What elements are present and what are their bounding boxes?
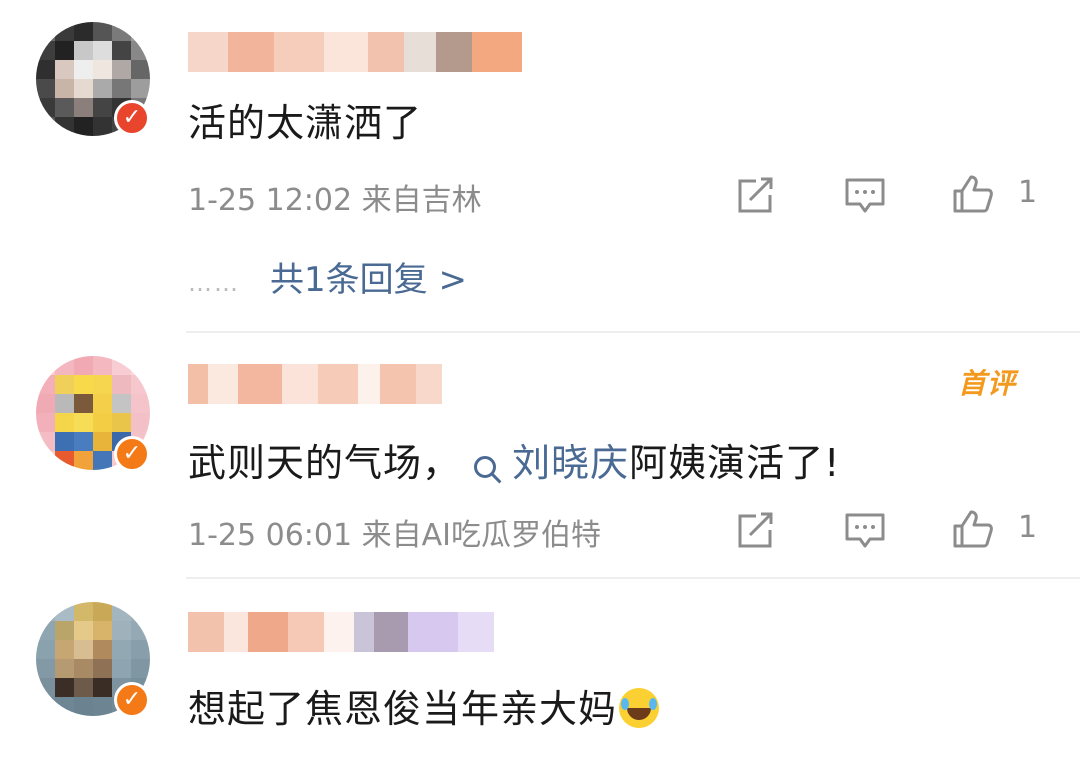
search-icon — [474, 456, 497, 478]
username-blurred[interactable] — [188, 612, 494, 652]
comment-meta: 1-25 12:02 来自吉林 — [188, 183, 482, 218]
comment-text: 武则天的气场， 刘晓庆阿姨演活了! — [188, 432, 840, 487]
verified-badge-icon: ✓ — [114, 436, 150, 472]
search-topic-link[interactable]: 刘晓庆 — [474, 441, 629, 485]
first-comment-badge: 首评 — [958, 367, 1017, 400]
verified-badge-icon: ✓ — [114, 682, 150, 718]
verified-badge-icon: ✓ — [114, 100, 150, 136]
comment-text: 想起了焦恩俊当年亲大妈 — [188, 678, 660, 733]
search-topic-text: 刘晓庆 — [512, 441, 630, 485]
divider — [186, 577, 1080, 579]
comment-text-prefix: 武则天的气场， — [188, 441, 462, 485]
comment-meta: 1-25 06:01 来自AI吃瓜罗伯特 — [188, 518, 601, 553]
laugh-cry-emoji-icon — [619, 688, 660, 728]
comment-icon[interactable] — [844, 176, 886, 216]
comment-icon[interactable] — [844, 511, 886, 551]
repost-icon[interactable] — [734, 511, 776, 551]
reply-dots: …… — [188, 269, 240, 297]
username-blurred[interactable] — [188, 32, 522, 72]
comment-text: 活的太潇洒了 — [188, 101, 423, 145]
like-icon[interactable] — [952, 174, 994, 214]
divider — [186, 331, 1080, 333]
like-count: 1 — [1018, 175, 1038, 210]
comment-text-main: 想起了焦恩俊当年亲大妈 — [188, 687, 618, 731]
username-blurred[interactable] — [188, 364, 442, 404]
comment-text-suffix: 阿姨演活了! — [629, 441, 841, 485]
reply-summary-link[interactable]: …… 共1条回复 > — [188, 252, 467, 301]
reply-summary-text: 共1条回复 > — [270, 260, 467, 300]
like-count: 1 — [1018, 510, 1038, 545]
like-icon[interactable] — [952, 509, 994, 549]
repost-icon[interactable] — [734, 176, 776, 216]
